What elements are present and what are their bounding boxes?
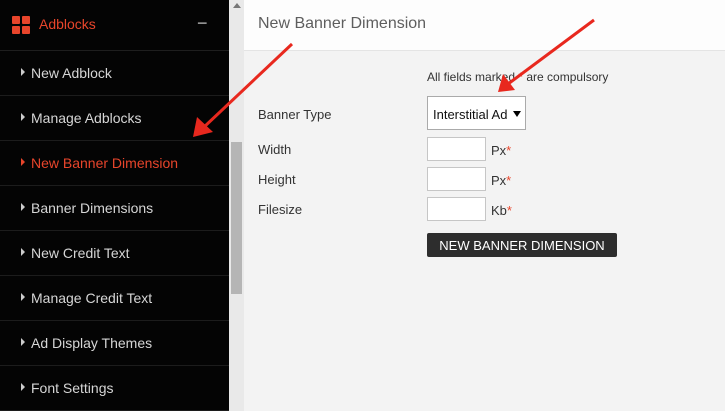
width-unit: Px* [491,143,511,158]
banner-type-value: Interstitial Ad [433,107,508,122]
sidebar-item-label: New Adblock [31,65,112,81]
banner-type-select[interactable]: Interstitial Ad [427,96,526,130]
width-unit-text: Px [491,143,507,158]
dropdown-arrow-icon [513,111,521,117]
caret-right-icon [21,293,25,301]
sidebar-item-label: New Credit Text [31,245,130,261]
caret-right-icon [21,68,25,76]
sidebar: Adblocks − New Adblock Manage Adblocks N… [0,0,229,411]
sidebar-item-label: Ad Display Themes [31,335,153,351]
filesize-label: Filesize [258,202,303,217]
sidebar-item-new-banner-dimension[interactable]: New Banner Dimension [0,141,229,186]
scroll-up-icon[interactable] [233,3,241,8]
filesize-unit: Kb* [491,203,512,218]
main-header: New Banner Dimension [244,0,725,51]
sidebar-item-font-settings[interactable]: Font Settings [0,366,229,411]
required-mark: * [506,173,512,188]
scrollbar-thumb[interactable] [231,142,242,294]
grid-icon [12,16,30,34]
sidebar-item-label: Manage Adblocks [31,110,142,126]
page-title: New Banner Dimension [258,15,427,32]
sidebar-item-ad-display-themes[interactable]: Ad Display Themes [0,321,229,366]
caret-right-icon [21,383,25,391]
sidebar-item-label: New Banner Dimension [31,155,179,171]
sidebar-item-manage-adblocks[interactable]: Manage Adblocks [0,96,229,141]
collapse-icon[interactable]: − [197,13,208,34]
sidebar-header-adblocks[interactable]: Adblocks − [0,0,229,51]
required-mark: * [506,143,512,158]
caret-right-icon [21,113,25,121]
sidebar-item-manage-credit-text[interactable]: Manage Credit Text [0,276,229,321]
banner-type-label: Banner Type [258,107,332,122]
hint-text-after: are compulsory [523,70,609,84]
height-input[interactable] [427,167,486,191]
caret-right-icon [21,338,25,346]
hint-text-before: All fields marked [427,70,519,84]
height-label: Height [258,172,296,187]
sidebar-item-label: Banner Dimensions [31,200,154,216]
sidebar-item-label: Font Settings [31,380,114,396]
filesize-input[interactable] [427,197,486,221]
filesize-unit-text: Kb [491,203,507,218]
sidebar-scrollbar[interactable] [229,0,244,411]
height-unit-text: Px [491,173,507,188]
caret-right-icon [21,158,25,166]
width-label: Width [258,142,292,157]
sidebar-item-new-credit-text[interactable]: New Credit Text [0,231,229,276]
width-input[interactable] [427,137,486,161]
sidebar-item-label: Manage Credit Text [31,290,153,306]
required-fields-hint: All fields marked * are compulsory [427,70,608,84]
sidebar-item-banner-dimensions[interactable]: Banner Dimensions [0,186,229,231]
sidebar-header-title: Adblocks [39,16,96,32]
required-mark: * [506,203,512,218]
caret-right-icon [21,248,25,256]
caret-right-icon [21,203,25,211]
sidebar-item-new-adblock[interactable]: New Adblock [0,51,229,96]
main-content: New Banner Dimension All fields marked *… [244,0,725,411]
height-unit: Px* [491,173,511,188]
new-banner-dimension-button[interactable]: NEW BANNER DIMENSION [427,233,617,257]
